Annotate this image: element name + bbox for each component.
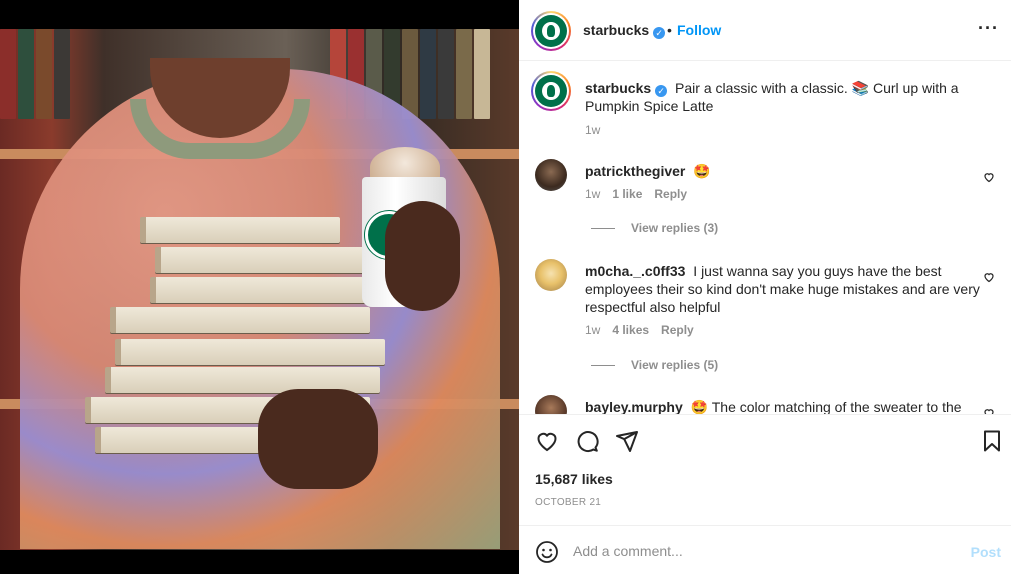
- share-send-icon[interactable]: [615, 429, 639, 453]
- verified-badge-icon: ✓: [655, 85, 668, 97]
- post-date[interactable]: October 21: [535, 497, 601, 508]
- author-username-text[interactable]: starbucks: [583, 22, 649, 38]
- comment-username[interactable]: bayley.murphy: [585, 399, 683, 414]
- like-comment-heart-icon[interactable]: [983, 171, 995, 183]
- post-media: [0, 0, 519, 574]
- comment-time[interactable]: 1w: [585, 323, 600, 337]
- comment-username[interactable]: patrickthegiver: [585, 163, 685, 179]
- add-comment-bar: Post: [519, 525, 1011, 574]
- comment-text: 🤩 The color matching of the sweater to t…: [690, 399, 962, 414]
- hand-holding-cup: [385, 201, 460, 311]
- starbucks-logo-icon: [535, 15, 567, 47]
- emoji-smiley-icon[interactable]: [535, 540, 559, 564]
- post-comment-button[interactable]: Post: [971, 544, 1001, 560]
- save-bookmark-icon[interactable]: [980, 429, 1004, 453]
- comment-meta: 1w 1 like Reply: [585, 187, 687, 201]
- comment-input[interactable]: [573, 538, 953, 564]
- commenter-avatar[interactable]: [535, 395, 567, 414]
- comment-item: bayley.murphy 🤩 The color matching of th…: [535, 395, 995, 414]
- comment-text: 🤩: [693, 163, 711, 179]
- author-avatar[interactable]: [531, 11, 571, 51]
- like-comment-heart-icon[interactable]: [983, 407, 995, 414]
- background-bookshelf: [0, 29, 70, 119]
- view-replies-button[interactable]: View replies (3): [591, 221, 718, 235]
- likes-count[interactable]: 15,687 likes: [535, 471, 613, 487]
- comment-likes[interactable]: 1 like: [612, 187, 642, 201]
- caption-time[interactable]: 1w: [585, 123, 600, 137]
- caption-username[interactable]: starbucks ✓: [585, 80, 668, 97]
- hand-holding-books: [258, 389, 378, 489]
- like-comment-heart-icon[interactable]: [983, 271, 995, 283]
- comment-time[interactable]: 1w: [585, 187, 600, 201]
- reply-button[interactable]: Reply: [654, 187, 687, 201]
- post-side-panel: starbucks ✓ • Follow ··· starbucks ✓ Pair …: [519, 0, 1011, 574]
- separator-dot: •: [667, 22, 672, 38]
- follow-button[interactable]: Follow: [677, 22, 721, 38]
- comment-likes[interactable]: 4 likes: [612, 323, 649, 337]
- view-replies-button[interactable]: View replies (5): [591, 358, 718, 372]
- verified-badge-icon: ✓: [653, 27, 666, 39]
- caption-avatar[interactable]: [531, 71, 571, 111]
- instagram-post-modal: starbucks ✓ • Follow ··· starbucks ✓ Pair …: [0, 0, 1011, 574]
- reply-button[interactable]: Reply: [661, 323, 694, 337]
- commenter-avatar[interactable]: [535, 259, 567, 291]
- starbucks-logo-icon: [535, 75, 567, 107]
- commenter-avatar[interactable]: [535, 159, 567, 191]
- caption: starbucks ✓ Pair a classic with a classic…: [531, 71, 995, 143]
- more-horizontal-icon[interactable]: ···: [978, 18, 999, 39]
- comment-item: m0cha._.c0ff33 I just wanna say you guys…: [535, 259, 995, 379]
- post-header: starbucks ✓ • Follow ···: [519, 0, 1011, 61]
- comment-username[interactable]: m0cha._.c0ff33: [585, 263, 685, 279]
- comment-bubble-icon[interactable]: [575, 429, 599, 453]
- author-username[interactable]: starbucks ✓: [583, 22, 666, 39]
- post-actions: 15,687 likes October 21: [519, 414, 1011, 525]
- comment-meta: 1w 4 likes Reply: [585, 323, 694, 337]
- comment-item: patrickthegiver 🤩 1w 1 like Reply View rep…: [535, 159, 995, 239]
- post-photo[interactable]: [0, 29, 519, 550]
- like-heart-icon[interactable]: [535, 429, 559, 453]
- comments-list[interactable]: starbucks ✓ Pair a classic with a classic…: [519, 61, 1011, 414]
